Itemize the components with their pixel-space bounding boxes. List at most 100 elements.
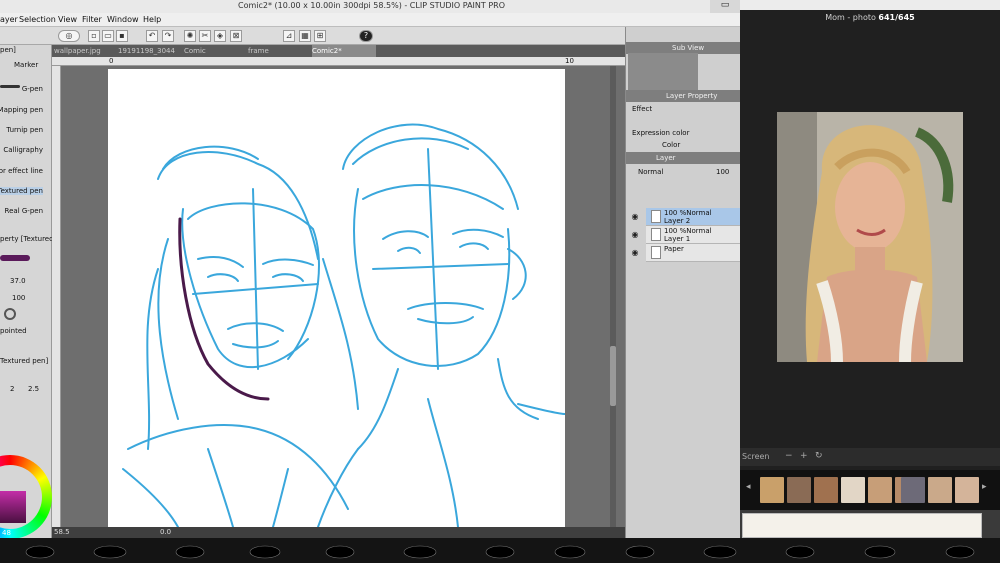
thumbnail[interactable] bbox=[760, 477, 784, 503]
thumbnail[interactable] bbox=[814, 477, 838, 503]
screen-button[interactable]: Screen bbox=[742, 452, 770, 461]
prev-icon[interactable]: ◂ bbox=[746, 482, 751, 492]
zoom-out-icon[interactable]: − bbox=[785, 451, 793, 461]
rotate-icon[interactable]: ↻ bbox=[815, 451, 823, 461]
layer-blend: 100 %Normal bbox=[664, 227, 712, 235]
brush-panel: pen] Marker G-pen Mapping pen Turnip pen… bbox=[0, 45, 72, 538]
thumbnail[interactable] bbox=[787, 477, 811, 503]
menu-selection[interactable]: Selection bbox=[19, 15, 56, 24]
viewer-title-text: Mom - photo bbox=[825, 13, 876, 22]
menu-window[interactable]: Window bbox=[107, 15, 139, 24]
expression-color-label: Expression color bbox=[632, 129, 690, 137]
document-preview[interactable] bbox=[742, 513, 982, 538]
layer-row-paper[interactable]: Paper bbox=[646, 244, 740, 262]
marker-tab[interactable]: Marker bbox=[14, 61, 38, 69]
ruler-end: 10 bbox=[565, 57, 574, 65]
snap-ruler-icon[interactable]: ⊿ bbox=[283, 30, 295, 42]
brush-shape-icon[interactable] bbox=[4, 308, 16, 320]
brush-g-pen[interactable]: G-pen bbox=[22, 85, 43, 93]
clear-icon[interactable]: ✺ bbox=[184, 30, 196, 42]
zoom-value[interactable]: 58.5 bbox=[54, 528, 70, 536]
tab-comic[interactable]: Comic bbox=[184, 45, 246, 57]
snap-grid-icon[interactable]: ▦ bbox=[299, 30, 311, 42]
stabilization-value-2[interactable]: 2.5 bbox=[28, 385, 39, 393]
color-wheel[interactable] bbox=[0, 455, 52, 538]
layer-row-1[interactable]: 100 %Normal Layer 1 bbox=[646, 226, 740, 244]
maximize-button[interactable]: ▭ bbox=[710, 0, 740, 13]
opacity-value[interactable]: 100 bbox=[12, 294, 25, 302]
undo-icon[interactable]: ↶ bbox=[146, 30, 158, 42]
redo-icon[interactable]: ↷ bbox=[162, 30, 174, 42]
stroke-preview bbox=[0, 255, 30, 261]
drawing-paper[interactable] bbox=[108, 69, 565, 527]
save-icon[interactable]: ▪ bbox=[116, 30, 128, 42]
color-picker-square[interactable] bbox=[0, 491, 26, 523]
layer-name: Paper bbox=[664, 245, 684, 253]
vertical-scrollbar[interactable] bbox=[610, 66, 616, 527]
rotation-value[interactable]: 0.0 bbox=[160, 528, 171, 536]
clip-studio-window: Comic2* (10.00 x 10.00in 300dpi 58.5%) -… bbox=[0, 0, 740, 538]
brush-real-g-pen[interactable]: Real G-pen bbox=[5, 207, 43, 215]
brush-preview bbox=[0, 85, 20, 88]
layer-property-label[interactable]: Layer Property bbox=[666, 90, 717, 102]
reference-photo[interactable] bbox=[777, 112, 963, 362]
tab-wallpaper[interactable]: wallpaper.jpg bbox=[54, 45, 116, 57]
thumbnail[interactable] bbox=[901, 477, 925, 503]
layer-blend: 100 %Normal bbox=[664, 209, 712, 217]
brush-mapping-pen[interactable]: Mapping pen bbox=[0, 106, 43, 114]
title-bar: Comic2* (10.00 x 10.00in 300dpi 58.5%) -… bbox=[0, 0, 740, 13]
document-tabs: wallpaper.jpg 19191198_3044 Comic frame … bbox=[52, 45, 625, 57]
menu-view[interactable]: View bbox=[58, 15, 77, 24]
open-folder-icon[interactable]: ▭ bbox=[102, 30, 114, 42]
taskbar-wallpaper bbox=[25, 545, 975, 559]
layer-row-2[interactable]: 100 %Normal Layer 2 bbox=[646, 208, 740, 226]
blend-mode-select[interactable]: Normal bbox=[638, 168, 663, 176]
layer-tab[interactable]: Layer bbox=[656, 152, 676, 164]
brush-turnip-pen[interactable]: Turnip pen bbox=[6, 126, 43, 134]
menu-layer[interactable]: ayer bbox=[0, 15, 18, 24]
brush-textured-pen[interactable]: Textured pen bbox=[0, 187, 43, 195]
brush-size-value[interactable]: 37.0 bbox=[10, 277, 26, 285]
tab-frame[interactable]: frame bbox=[248, 45, 310, 57]
screen: Comic2* (10.00 x 10.00in 300dpi 58.5%) -… bbox=[0, 0, 1000, 563]
thumbnail[interactable] bbox=[955, 477, 979, 503]
brush-effect-line[interactable]: For effect line bbox=[0, 167, 43, 175]
ruler-start: 0 bbox=[109, 57, 114, 65]
right-panels: Sub View Layer Property Effect Expressio… bbox=[625, 27, 740, 538]
layer-opacity-value[interactable]: 100 bbox=[716, 168, 729, 176]
eye-icon[interactable]: ◉ bbox=[630, 213, 640, 221]
eye-icon[interactable]: ◉ bbox=[630, 249, 640, 257]
tab-comic2[interactable]: Comic2* bbox=[312, 45, 376, 57]
transform-icon[interactable]: ⊠ bbox=[230, 30, 242, 42]
brush-calligraphy[interactable]: Calligraphy bbox=[3, 146, 43, 154]
layer-thumbnail bbox=[651, 210, 661, 223]
thumbnail[interactable] bbox=[928, 477, 952, 503]
viewer-title-bar bbox=[740, 0, 1000, 10]
effect-label: Effect bbox=[632, 105, 653, 113]
clip-studio-icon[interactable]: ◎ bbox=[58, 30, 80, 42]
thumbnail-strip: ◂ ▸ bbox=[740, 470, 1000, 510]
scroll-thumb[interactable] bbox=[610, 346, 616, 406]
menu-bar: ayer Selection View Filter Window Help bbox=[0, 13, 740, 27]
layer-thumbnail bbox=[651, 246, 661, 259]
help-button[interactable]: ? bbox=[359, 30, 373, 42]
horizontal-ruler: 0 10 bbox=[52, 57, 625, 66]
thumbnail[interactable] bbox=[868, 477, 892, 503]
next-icon[interactable]: ▸ bbox=[982, 482, 987, 492]
thumbnail[interactable] bbox=[841, 477, 865, 503]
menu-help[interactable]: Help bbox=[143, 15, 161, 24]
layer-name: Layer 1 bbox=[664, 235, 691, 243]
stabilization-value-1[interactable]: 2 bbox=[10, 385, 14, 393]
panel-header-label: pen] bbox=[0, 46, 16, 54]
new-file-icon[interactable]: ▫ bbox=[88, 30, 100, 42]
menu-filter[interactable]: Filter bbox=[82, 15, 102, 24]
fill-icon[interactable]: ◈ bbox=[214, 30, 226, 42]
cut-icon[interactable]: ✂ bbox=[199, 30, 211, 42]
canvas-area[interactable]: 0 10 bbox=[52, 57, 625, 527]
color-dropdown[interactable]: Color bbox=[662, 141, 680, 149]
tab-19191198[interactable]: 19191198_3044 bbox=[118, 45, 182, 57]
eye-icon[interactable]: ◉ bbox=[630, 231, 640, 239]
snap-special-icon[interactable]: ⊞ bbox=[314, 30, 326, 42]
status-bar: 58.5 0.0 bbox=[52, 527, 625, 538]
zoom-in-icon[interactable]: + bbox=[800, 451, 808, 461]
